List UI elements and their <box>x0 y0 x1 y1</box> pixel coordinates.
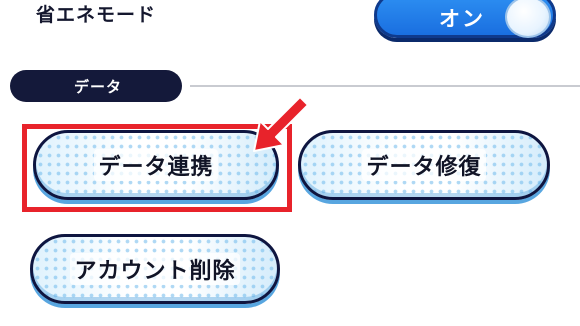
red-arrow-icon <box>253 94 309 152</box>
power-saving-toggle[interactable]: オン <box>374 0 556 38</box>
data-repair-button-label: データ修復 <box>362 149 486 181</box>
data-section-header: データ <box>10 70 182 102</box>
data-section-title: データ <box>74 78 123 96</box>
data-repair-button[interactable]: データ修復 <box>298 130 550 200</box>
toggle-knob <box>505 0 551 38</box>
account-delete-button-label: アカウント削除 <box>70 253 240 285</box>
power-saving-mode-label: 省エネモード <box>36 4 157 26</box>
account-delete-button[interactable]: アカウント削除 <box>30 234 280 304</box>
toggle-state-text: オン <box>439 7 485 31</box>
